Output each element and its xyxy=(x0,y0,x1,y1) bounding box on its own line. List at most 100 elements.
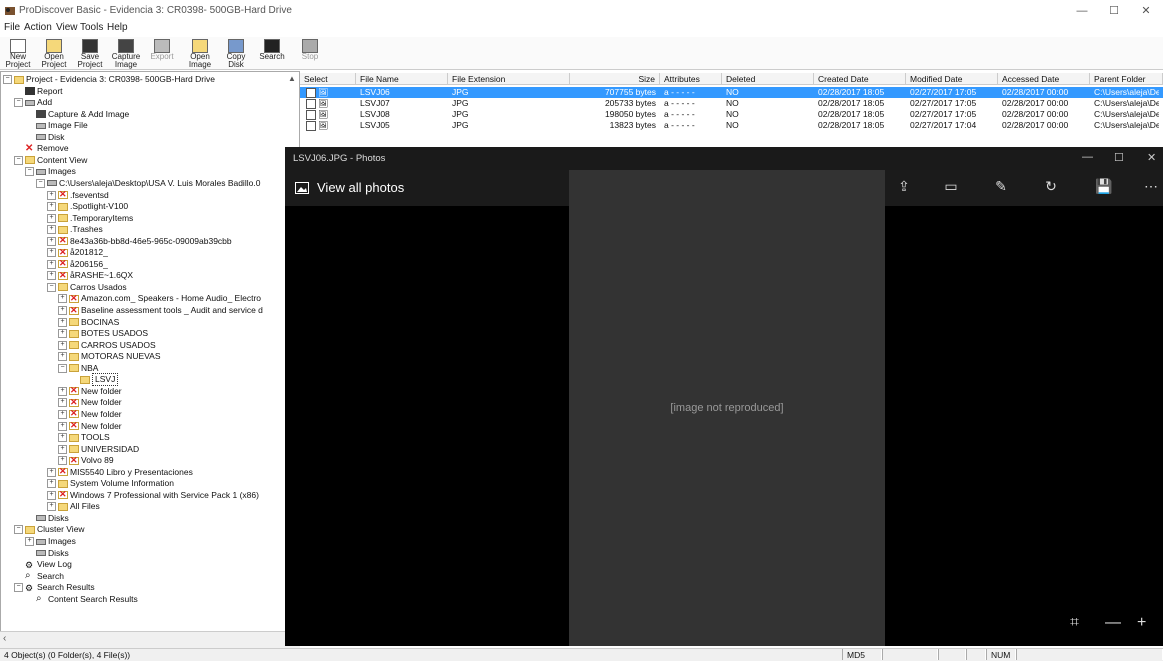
column-header[interactable]: Parent Folder xyxy=(1090,73,1163,85)
tree-node[interactable]: + MOTORAS NUEVAS xyxy=(58,351,161,362)
expand-icon[interactable]: + xyxy=(58,433,67,443)
tree-node[interactable]: + New folder xyxy=(58,397,122,408)
expand-icon[interactable]: + xyxy=(47,467,56,477)
tree-node[interactable]: + å201812_ xyxy=(47,247,108,258)
select-cell[interactable]: 🖼 xyxy=(306,109,328,120)
select-cell[interactable]: 🖼 xyxy=(306,87,328,98)
slideshow-icon[interactable]: ▭ xyxy=(940,178,962,198)
tree-node[interactable]: + MIS5540 Libro y Presentaciones xyxy=(47,466,193,478)
copy-disk-button[interactable]: Copy Disk xyxy=(218,39,254,69)
tree-node[interactable]: + All Files xyxy=(47,501,100,512)
tree-node[interactable]: + TOOLS xyxy=(58,432,110,443)
select-cell[interactable]: 🖼 xyxy=(306,98,328,109)
expand-icon[interactable]: + xyxy=(25,537,34,546)
expand-icon[interactable]: + xyxy=(47,502,56,512)
save-icon[interactable]: 💾 xyxy=(1093,178,1115,198)
scroll-left-icon[interactable]: ‹ xyxy=(3,633,6,644)
tree-node[interactable]: + System Volume Information xyxy=(47,478,174,489)
expand-icon[interactable]: + xyxy=(47,202,56,212)
menu-action[interactable]: Action xyxy=(24,22,52,33)
minimize-button[interactable]: — xyxy=(1068,2,1096,20)
export-button[interactable]: Export xyxy=(144,39,180,67)
save-project-button[interactable]: Save Project xyxy=(72,39,108,69)
column-header[interactable]: Attributes xyxy=(660,73,722,85)
select-checkbox[interactable] xyxy=(306,109,316,120)
tree-node[interactable]: + Baseline assessment tools _ Audit and s… xyxy=(58,305,263,316)
menu-file[interactable]: File xyxy=(4,22,20,33)
select-checkbox[interactable] xyxy=(306,87,316,98)
tree-node[interactable]: + .Spotlight-V100 xyxy=(47,201,128,212)
tree-node[interactable]: − Images xyxy=(25,166,76,177)
column-header[interactable]: Accessed Date xyxy=(998,73,1090,85)
expand-icon[interactable]: + xyxy=(58,456,67,466)
expand-icon[interactable]: + xyxy=(58,421,67,431)
tree-node[interactable]: + Images xyxy=(25,536,76,547)
collapse-icon[interactable]: − xyxy=(47,282,56,292)
tree-node[interactable]: − ⚙ Search Results xyxy=(14,582,95,593)
tree-horizontal-scrollbar[interactable]: ‹ › xyxy=(0,631,300,648)
expand-icon[interactable]: + xyxy=(47,248,56,258)
expand-icon[interactable]: + xyxy=(47,490,56,500)
tree-node[interactable]: Capture & Add Image xyxy=(25,109,129,120)
select-cell[interactable]: 🖼 xyxy=(306,120,328,131)
edit-icon[interactable]: ✎ xyxy=(990,178,1012,198)
tree-node[interactable]: ✕ Remove xyxy=(14,143,69,154)
expand-icon[interactable]: + xyxy=(58,409,67,419)
zoom-in-icon[interactable]: + xyxy=(1137,614,1146,632)
collapse-icon[interactable]: − xyxy=(3,75,12,84)
expand-icon[interactable]: + xyxy=(47,225,56,235)
collapse-icon[interactable]: − xyxy=(14,525,23,535)
maximize-button[interactable]: ☐ xyxy=(1100,2,1128,20)
expand-icon[interactable]: + xyxy=(47,190,56,200)
table-row[interactable]: 🖼 LSVJ06 JPG 707755 bytes a - - - - - NO 02/28… xyxy=(300,87,1163,98)
rotate-icon[interactable]: ↻ xyxy=(1040,178,1062,198)
tree-node[interactable]: + .TemporaryItems xyxy=(47,213,133,224)
select-checkbox[interactable] xyxy=(306,98,316,109)
open-project-button[interactable]: Open Project xyxy=(36,39,72,69)
expand-icon[interactable]: + xyxy=(47,236,56,246)
expand-icon[interactable]: + xyxy=(58,294,67,304)
tree-node[interactable]: + UNIVERSIDAD xyxy=(58,444,139,455)
tree-node[interactable]: + New folder xyxy=(58,408,122,420)
photos-close-button[interactable]: ✕ xyxy=(1147,151,1156,164)
tree-node[interactable]: Disk xyxy=(25,132,65,143)
menu-tools[interactable]: Tools xyxy=(80,22,103,33)
expand-icon[interactable]: + xyxy=(47,259,56,269)
tree-node[interactable]: + Windows 7 Professional with Service Pac… xyxy=(47,489,259,501)
tree-node[interactable]: +8e43a36b-bb8d-46e5-965c-09009ab39cbb xyxy=(47,235,232,247)
tree-node[interactable]: + Volvo 89 xyxy=(58,455,114,466)
tree-node[interactable]: ⚙ View Log xyxy=(14,559,72,570)
table-row[interactable]: 🖼 LSVJ05 JPG 13823 bytes a - - - - - NO 02/28/… xyxy=(300,120,1163,131)
expand-icon[interactable]: + xyxy=(58,444,67,454)
tree-node[interactable]: LSVJ xyxy=(69,373,119,387)
tree-node[interactable]: + BOTES USADOS xyxy=(58,328,148,339)
tree-node[interactable]: − Content View xyxy=(14,155,87,166)
tree-node[interactable]: + Amazon.com_ Speakers - Home Audio_ Elec… xyxy=(58,293,261,304)
expand-icon[interactable]: + xyxy=(47,213,56,223)
collapse-icon[interactable]: − xyxy=(14,155,23,165)
project-tree[interactable]: − Project - Evidencia 3: CR0398- 500GB-Ha… xyxy=(0,71,300,648)
tree-node[interactable]: + New folder xyxy=(58,385,122,397)
table-row[interactable]: 🖼 LSVJ07 JPG 205733 bytes a - - - - - NO 02/28… xyxy=(300,98,1163,109)
tree-node[interactable]: − NBA xyxy=(58,363,98,374)
column-header[interactable]: Modified Date xyxy=(906,73,998,85)
tree-node[interactable]: − Cluster View xyxy=(14,524,85,535)
tree-node[interactable]: Disks xyxy=(25,513,69,524)
stop-button[interactable]: Stop xyxy=(292,39,328,67)
open-image-button[interactable]: Open Image xyxy=(182,39,218,69)
tree-node[interactable]: + å206156_ xyxy=(47,258,108,270)
column-header[interactable]: Created Date xyxy=(814,73,906,85)
capture-image-button[interactable]: Capture Image xyxy=(108,39,144,69)
close-button[interactable]: ✕ xyxy=(1132,2,1160,20)
tree-node[interactable]: + .Trashes xyxy=(47,224,103,235)
zoom-out-icon[interactable]: — xyxy=(1105,614,1121,632)
expand-icon[interactable]: + xyxy=(58,317,67,327)
tree-node[interactable]: − Add xyxy=(14,97,52,108)
expand-icon[interactable]: + xyxy=(47,271,56,281)
table-row[interactable]: 🖼 LSVJ08 JPG 198050 bytes a - - - - - NO 02/28… xyxy=(300,109,1163,120)
tree-node[interactable]: + New folder xyxy=(58,420,122,432)
expand-icon[interactable]: + xyxy=(58,398,67,408)
scroll-up-icon[interactable]: ▲ xyxy=(288,74,296,83)
tree-node[interactable]: + CARROS USADOS xyxy=(58,340,156,351)
tree-node[interactable]: Disks xyxy=(25,548,69,559)
